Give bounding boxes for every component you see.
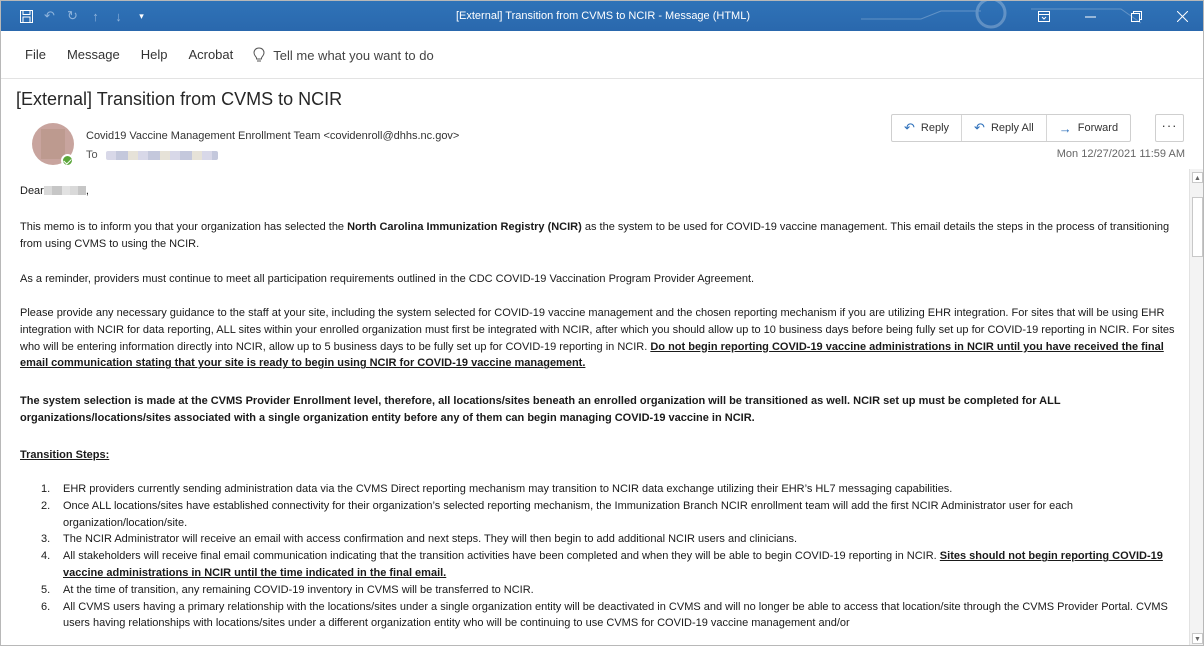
reply-all-label: Reply All	[990, 122, 1034, 134]
close-icon[interactable]	[1159, 1, 1203, 31]
undo-icon[interactable]: ↶	[38, 1, 61, 31]
scroll-down-icon[interactable]: ▼	[1192, 633, 1203, 644]
steps-heading: Transition Steps:	[20, 449, 110, 461]
list-item: 4. All stakeholders will receive final em…	[20, 548, 1180, 582]
step-number: 4.	[41, 550, 51, 563]
redo-icon[interactable]: ↻	[61, 1, 84, 31]
paragraph-system-selection: The system selection is made at the CVMS…	[20, 395, 1061, 424]
menu-help[interactable]: Help	[131, 39, 179, 71]
ribbon-display-icon[interactable]	[1021, 1, 1067, 31]
scroll-thumb[interactable]	[1192, 197, 1203, 257]
paragraph-intro: This memo is to inform you that your org…	[20, 219, 1180, 253]
minimize-icon[interactable]	[1067, 1, 1113, 31]
message-subject: [External] Transition from CVMS to NCIR	[16, 89, 343, 109]
outlook-message-window: ↶ ↻ ↑ ↓ ▾ [External] Transition from CVM…	[0, 0, 1204, 646]
forward-icon: →	[1058, 120, 1072, 136]
down-arrow-icon[interactable]: ↓	[107, 1, 130, 31]
paragraph-reminder: As a reminder, providers must continue t…	[20, 273, 755, 285]
reply-label: Reply	[920, 122, 950, 134]
step-text: All stakeholders will receive final emai…	[63, 550, 940, 563]
step-number: 3.	[41, 533, 51, 546]
greeting: Dear,	[20, 183, 89, 200]
reply-actions: ↶ Reply ↶ Reply All → Forward	[891, 114, 1132, 142]
menu-bar: File Message Help Acrobat Tell me what y…	[1, 31, 1203, 79]
more-actions-button[interactable]: ···	[1155, 114, 1184, 142]
step-number: 5.	[41, 583, 51, 596]
step-text: Once ALL locations/sites have establishe…	[63, 499, 1074, 529]
message-date: Mon 12/27/2021 11:59 AM	[1056, 148, 1185, 160]
message-body: Dear, This memo is to inform you that yo…	[20, 181, 1180, 645]
lightbulb-icon	[253, 47, 265, 62]
list-item: 5. At the time of transition, any remaini…	[20, 582, 1180, 599]
sender-address[interactable]: Covid19 Vaccine Management Enrollment Te…	[86, 130, 459, 142]
step-number: 6.	[41, 600, 51, 613]
presence-available-icon	[61, 154, 74, 167]
quick-access-toolbar: ↶ ↻ ↑ ↓ ▾	[15, 1, 153, 31]
redacted-name	[43, 186, 86, 195]
step-text: All CVMS users having a primary relation…	[63, 600, 1168, 630]
step-text: The NCIR Administrator will receive an e…	[63, 533, 798, 546]
scroll-up-icon[interactable]: ▲	[1192, 172, 1203, 183]
step-text: At the time of transition, any remaining…	[63, 583, 534, 596]
title-bar: ↶ ↻ ↑ ↓ ▾ [External] Transition from CVM…	[1, 1, 1203, 31]
tell-me-text: Tell me what you want to do	[273, 47, 434, 63]
redacted-recipient[interactable]	[105, 150, 218, 160]
menu-message[interactable]: Message	[57, 39, 131, 71]
window-controls	[1021, 1, 1203, 31]
step-number: 2.	[41, 499, 51, 512]
reply-all-button[interactable]: ↶ Reply All	[962, 115, 1047, 141]
step-number: 1.	[41, 483, 51, 495]
intro-bold: North Carolina Immunization Registry (NC…	[347, 221, 582, 233]
intro-text-a: This memo is to inform you that your org…	[20, 221, 348, 233]
list-item: 1. EHR providers currently sending admini…	[20, 481, 1180, 498]
customize-qat-icon[interactable]: ▾	[130, 1, 153, 31]
restore-icon[interactable]	[1113, 1, 1159, 31]
forward-label: Forward	[1077, 122, 1119, 134]
greeting-suffix: ,	[85, 185, 89, 197]
up-arrow-icon[interactable]: ↑	[84, 1, 107, 31]
greeting-prefix: Dear	[20, 185, 44, 197]
reply-icon: ↶	[904, 120, 915, 135]
recipients-row: To	[86, 149, 218, 161]
tell-me-search[interactable]: Tell me what you want to do	[244, 47, 434, 63]
reply-all-icon: ↶	[974, 120, 985, 135]
save-icon[interactable]	[15, 1, 38, 31]
transition-steps-list: 1. EHR providers currently sending admini…	[20, 481, 1180, 632]
menu-file[interactable]: File	[15, 39, 57, 71]
list-item: 2. Once ALL locations/sites have establis…	[20, 498, 1180, 532]
menu-acrobat[interactable]: Acrobat	[178, 39, 244, 71]
vertical-scrollbar[interactable]: ▲ ▼	[1189, 169, 1203, 645]
to-label: To	[86, 149, 98, 161]
reply-button[interactable]: ↶ Reply	[892, 115, 963, 141]
paragraph-guidance: Please provide any necessary guidance to…	[20, 305, 1180, 372]
forward-button[interactable]: → Forward	[1047, 115, 1130, 141]
step-text: EHR providers currently sending administ…	[63, 483, 953, 495]
list-item: 3. The NCIR Administrator will receive an…	[20, 531, 1180, 548]
list-item: 6. All CVMS users having a primary relati…	[20, 599, 1180, 633]
